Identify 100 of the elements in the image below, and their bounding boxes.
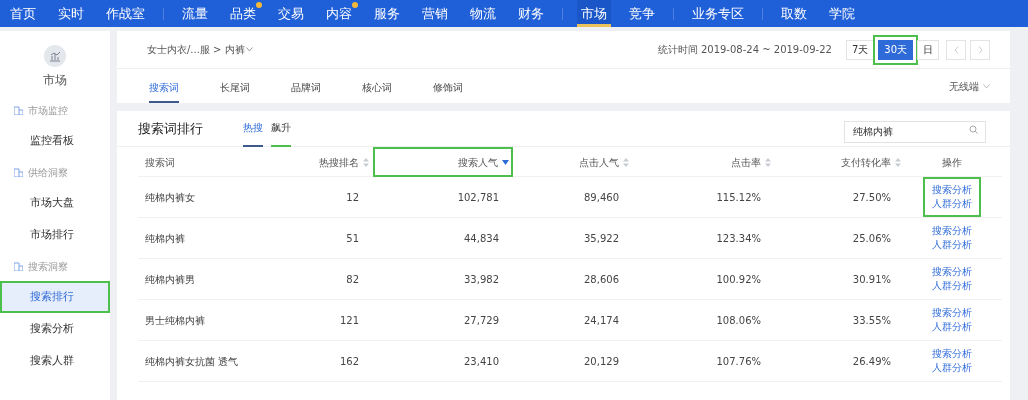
table-cell-text: 89,460 xyxy=(583,190,620,205)
sidebar-group-label: 搜索洞察 xyxy=(28,259,68,274)
column-header: 搜索词 xyxy=(144,155,176,170)
table-cell-text: 107.76% xyxy=(715,354,762,369)
table-cell-text: 纯棉内裤女抗菌 透气 xyxy=(144,354,240,369)
sidebar-item[interactable]: 市场大盘 xyxy=(0,187,110,219)
nav-item[interactable]: 竞争 xyxy=(625,0,659,27)
nav-item[interactable]: 市场 xyxy=(577,0,611,27)
sidebar-item[interactable]: 搜索人群 xyxy=(0,345,110,377)
action-link[interactable]: 人群分析 xyxy=(932,320,972,334)
sort-icon[interactable] xyxy=(623,157,629,167)
nav-item[interactable]: 取数 xyxy=(777,0,811,27)
sidebar-item[interactable]: 搜索分析 xyxy=(0,313,110,345)
tab[interactable]: 搜索词 xyxy=(149,73,179,103)
action-link[interactable]: 人群分析 xyxy=(932,279,972,293)
tab[interactable]: 长尾词 xyxy=(220,73,250,103)
table-cell-text: 33,982 xyxy=(463,272,500,287)
building-icon xyxy=(14,261,23,271)
table-cell-text: 27.50% xyxy=(851,190,892,205)
table-cell-text: 20,129 xyxy=(583,354,620,369)
action-link[interactable]: 人群分析 xyxy=(932,197,972,211)
tab[interactable]: 品牌词 xyxy=(291,73,321,103)
action-link[interactable]: 搜索分析 xyxy=(932,306,972,320)
table-cell-text: 100.92% xyxy=(715,272,762,287)
sidebar-group-label: 供给洞察 xyxy=(28,165,68,180)
sidebar-title: 市场 xyxy=(43,72,67,89)
stat-time: 统计时间 2019-08-24 ~ 2019-09-22 xyxy=(657,43,832,57)
table-cell-text: 51 xyxy=(345,231,360,246)
table-cell-text: 30.91% xyxy=(851,272,892,287)
column-header[interactable]: 点击人气 xyxy=(513,147,633,177)
action-link[interactable]: 人群分析 xyxy=(932,361,972,375)
sidebar-item[interactable]: 监控看板 xyxy=(0,125,110,157)
column-header[interactable]: 支付转化率 xyxy=(775,147,905,177)
column-header[interactable]: 热搜排名 xyxy=(268,147,373,177)
table-cell-text: 44,834 xyxy=(463,231,500,246)
action-link[interactable]: 搜索分析 xyxy=(932,183,972,197)
nav-item[interactable]: 实时 xyxy=(54,0,88,27)
table-cell-text: 25.06% xyxy=(851,231,892,246)
table-cell-text: 23,410 xyxy=(463,354,500,369)
table-cell-text: 123.34% xyxy=(715,231,762,246)
nav-item[interactable]: 营销 xyxy=(418,0,452,27)
chevron-right-icon xyxy=(977,45,983,54)
chevron-down-icon[interactable] xyxy=(245,47,253,52)
nav-item[interactable]: 流量 xyxy=(178,0,212,27)
nav-item[interactable]: 内容 xyxy=(322,0,356,27)
sort-icon[interactable] xyxy=(895,157,901,167)
sidebar-item[interactable]: 搜索排行 xyxy=(0,281,110,313)
table-cell-text: 35,922 xyxy=(583,231,620,246)
action-link[interactable]: 搜索分析 xyxy=(932,347,972,361)
nav-item[interactable]: 首页 xyxy=(6,0,40,27)
tab[interactable]: 飙升 xyxy=(271,110,291,147)
table-cell-text: 纯棉内裤男 xyxy=(144,272,196,287)
table-cell-text: 纯棉内裤女 xyxy=(144,190,196,205)
search-icon[interactable] xyxy=(969,124,978,134)
nav-item[interactable]: 交易 xyxy=(274,0,308,27)
prev-button[interactable] xyxy=(946,39,966,60)
table-cell-text: 26.49% xyxy=(851,354,892,369)
section-title: 搜索词排行 xyxy=(138,119,203,138)
sort-icon[interactable] xyxy=(363,157,369,167)
chevron-down-icon[interactable] xyxy=(983,83,990,89)
next-button[interactable] xyxy=(970,39,990,60)
nav-item[interactable]: 物流 xyxy=(466,0,500,27)
nav-item[interactable]: 学院 xyxy=(825,0,859,27)
sort-icon[interactable] xyxy=(765,157,771,167)
nav-item[interactable]: 业务专区 xyxy=(688,0,748,27)
nav-item[interactable]: 财务 xyxy=(514,0,548,27)
column-header[interactable]: 搜索人气 xyxy=(373,147,513,177)
nav-item[interactable]: 作战室 xyxy=(102,0,149,27)
tab[interactable]: 热搜 xyxy=(243,110,263,147)
table-cell-text: 115.12% xyxy=(715,190,762,205)
column-header[interactable]: 点击率 xyxy=(633,147,775,177)
sidebar-item[interactable]: 市场排行 xyxy=(0,219,110,251)
sidebar-group-label: 市场监控 xyxy=(28,103,68,118)
table-cell-text: 121 xyxy=(338,313,360,328)
sort-descending-icon[interactable] xyxy=(502,159,509,165)
table-cell-text: 27,729 xyxy=(463,313,500,328)
action-link[interactable]: 搜索分析 xyxy=(932,265,972,279)
table-cell-text: 男士纯棉内裤 xyxy=(144,313,206,328)
table-cell-text: 82 xyxy=(345,272,360,287)
table-cell-text: 162 xyxy=(338,354,360,369)
building-icon xyxy=(14,167,23,177)
table-cell-text: 102,781 xyxy=(456,190,500,205)
period-button[interactable]: 日 xyxy=(917,39,939,60)
nav-item[interactable]: 品类 xyxy=(226,0,260,27)
breadcrumb[interactable]: 女士内衣/...服 > 内裤 xyxy=(147,42,245,57)
device-select[interactable]: 无线端 xyxy=(949,78,990,94)
table-cell-text: 28,606 xyxy=(583,272,620,287)
period-button[interactable]: 7天 xyxy=(845,39,875,60)
chart-icon xyxy=(44,45,66,67)
building-icon xyxy=(14,105,23,115)
chevron-left-icon xyxy=(953,45,959,54)
action-link[interactable]: 搜索分析 xyxy=(932,224,972,238)
search-field[interactable]: 纯棉内裤 xyxy=(844,120,986,143)
column-header: 操作 xyxy=(941,155,963,170)
nav-item[interactable]: 服务 xyxy=(370,0,404,27)
table-cell-text: 纯棉内裤 xyxy=(144,231,186,246)
tab[interactable]: 修饰词 xyxy=(433,73,463,103)
tab[interactable]: 核心词 xyxy=(362,73,392,103)
action-link[interactable]: 人群分析 xyxy=(932,238,972,252)
table-cell-text: 33.55% xyxy=(851,313,892,328)
